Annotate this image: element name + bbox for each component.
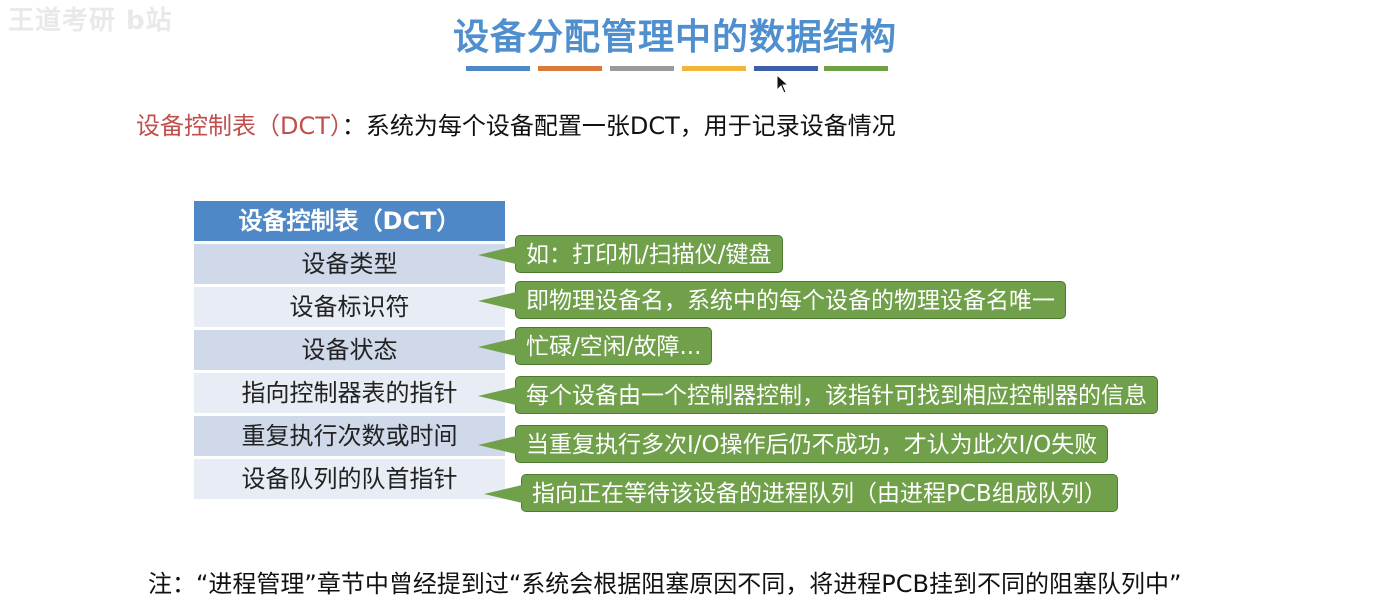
color-bar-5 — [754, 66, 818, 71]
dct-row-device-type: 设备类型 — [194, 244, 505, 284]
color-bar-3 — [610, 66, 674, 71]
dct-table-header: 设备控制表（DCT） — [194, 201, 505, 241]
dct-row-device-status: 设备状态 — [194, 330, 505, 370]
page-title: 设备分配管理中的数据结构 — [452, 17, 897, 58]
callout-retry-count: 当重复执行多次I/O操作后仍不成功，才认为此次I/O失败 — [477, 425, 1109, 463]
dct-table: 设备控制表（DCT） 设备类型 设备标识符 设备状态 指向控制器表的指针 重复执… — [194, 201, 505, 499]
color-bar-6 — [824, 66, 888, 71]
callout-queue-head-pointer: 指向正在等待该设备的进程队列（由进程PCB组成队列） — [484, 474, 1118, 512]
definition-text: ：系统为每个设备配置一张DCT，用于记录设备情况 — [341, 112, 896, 140]
color-bar-2 — [538, 66, 602, 71]
callout-device-type: 如：打印机/扫描仪/键盘 — [478, 235, 783, 273]
color-bar-4 — [682, 66, 746, 71]
footnote: 注：“进程管理”章节中曾经提到过“系统会根据阻塞原因不同，将进程PCB挂到不同的… — [148, 570, 1182, 598]
dct-row-device-id: 设备标识符 — [194, 287, 505, 327]
dct-definition: 设备控制表（DCT）：系统为每个设备配置一张DCT，用于记录设备情况 — [136, 106, 896, 141]
callout-controller-pointer: 每个设备由一个控制器控制，该指针可找到相应控制器的信息 — [478, 376, 1158, 414]
definition-term: 设备控制表（DCT） — [136, 112, 342, 140]
mouse-cursor-icon — [776, 74, 790, 94]
callout-device-status: 忙碌/空闲/故障... — [477, 327, 713, 365]
dct-row-controller-pointer: 指向控制器表的指针 — [194, 373, 505, 413]
callout-device-id: 即物理设备名，系统中的每个设备的物理设备名唯一 — [478, 281, 1066, 319]
dct-row-retry-count: 重复执行次数或时间 — [194, 416, 505, 456]
dct-row-queue-head-pointer: 设备队列的队首指针 — [194, 459, 505, 499]
color-bar-1 — [466, 66, 530, 71]
